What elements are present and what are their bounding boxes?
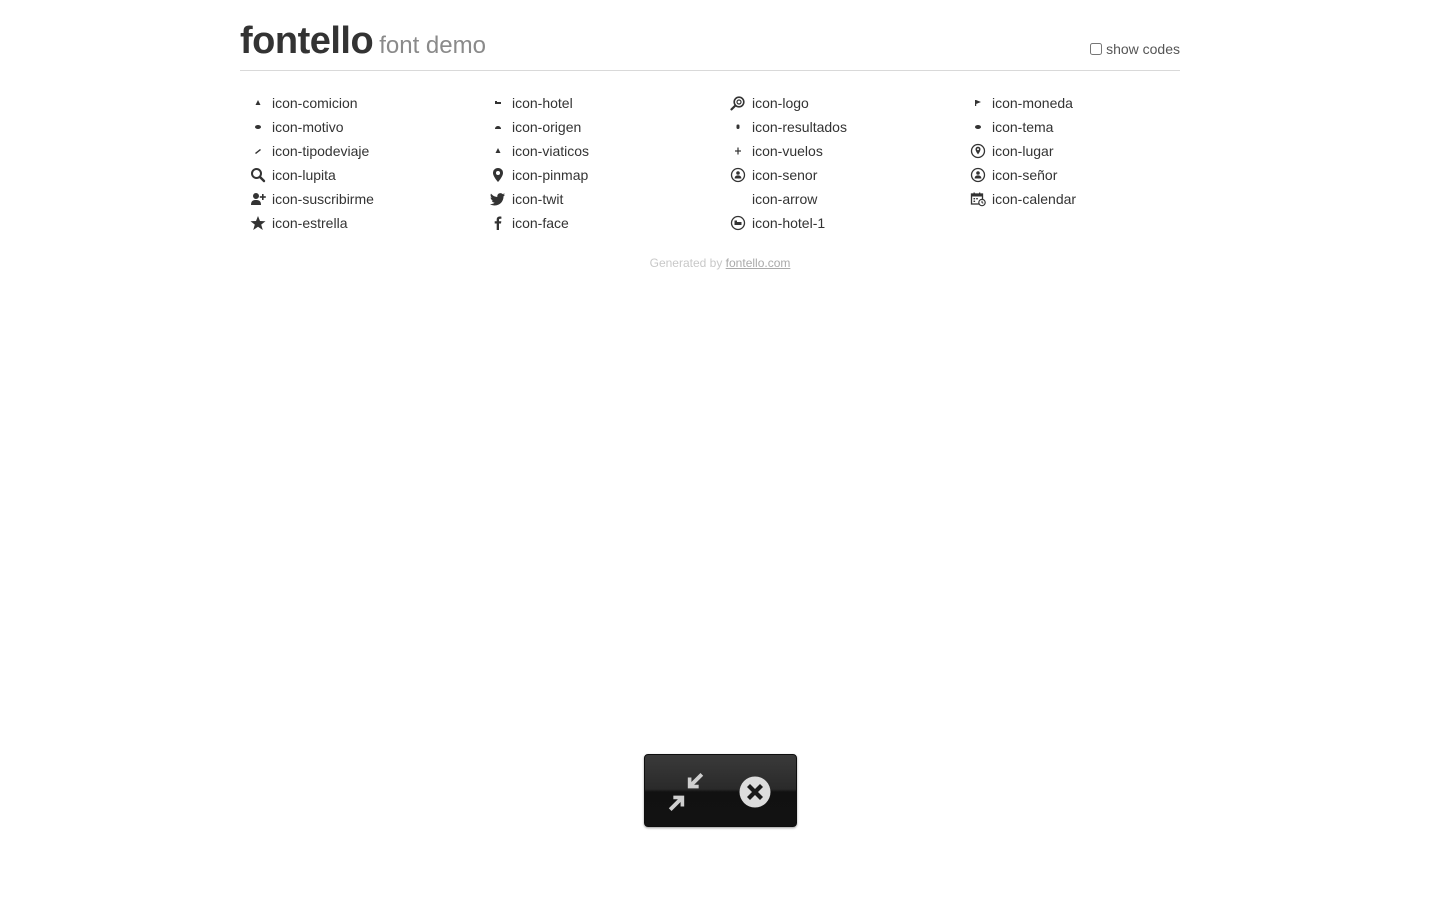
small-slash-icon xyxy=(250,143,266,159)
show-codes-toggle[interactable]: show codes xyxy=(1090,41,1180,57)
close-circle-icon xyxy=(739,776,771,808)
person-circle-icon xyxy=(730,167,746,183)
icon-name-label: icon-pinmap xyxy=(512,167,589,183)
icon-name-label: icon-lupita xyxy=(272,167,336,183)
small-triangle-icon xyxy=(250,95,266,111)
icon-list-item: icon-hotel xyxy=(490,91,730,115)
map-pin-icon xyxy=(490,167,506,183)
icon-list-item: icon-estrella xyxy=(250,211,490,235)
hotel-circle-icon xyxy=(730,215,746,231)
exit-fullscreen-icon xyxy=(668,773,704,811)
search-icon xyxy=(250,167,266,183)
icon-name-label: icon-twit xyxy=(512,191,564,207)
icon-list-item: icon-comicion xyxy=(250,91,490,115)
icon-list-item: icon-resultados xyxy=(730,115,970,139)
icon-name-label: icon-viaticos xyxy=(512,143,590,159)
show-codes-label: show codes xyxy=(1106,41,1180,57)
close-button[interactable] xyxy=(736,773,774,811)
icon-name-label: icon-logo xyxy=(752,95,809,111)
blank-icon xyxy=(730,191,746,207)
logo-search-icon xyxy=(730,95,746,111)
icon-name-label: icon-tema xyxy=(992,119,1054,135)
icon-list-item: icon-calendar xyxy=(970,187,1210,211)
icon-list-item: icon-tema xyxy=(970,115,1210,139)
icon-name-label: icon-estrella xyxy=(272,215,348,231)
icon-list-item: icon-suscribirme xyxy=(250,187,490,211)
icon-name-label: icon-señor xyxy=(992,167,1058,183)
header: fontello font demo show codes xyxy=(240,0,1180,71)
location-circle-icon xyxy=(970,143,986,159)
icon-list-item: icon-pinmap xyxy=(490,163,730,187)
icon-name-label: icon-hotel xyxy=(512,95,573,111)
small-oval-icon xyxy=(970,119,986,135)
icon-name-label: icon-face xyxy=(512,215,569,231)
icon-name-label: icon-vuelos xyxy=(752,143,823,159)
icon-list-item: icon-hotel-1 xyxy=(730,211,970,235)
icon-name-label: icon-suscribirme xyxy=(272,191,374,207)
page-title: fontello font demo xyxy=(240,19,486,68)
icon-list-item: icon-motivo xyxy=(250,115,490,139)
icon-name-label: icon-arrow xyxy=(752,191,818,207)
icon-name-label: icon-motivo xyxy=(272,119,344,135)
star-icon xyxy=(250,215,266,231)
footer-link[interactable]: fontello.com xyxy=(726,256,791,270)
title-text: fontello xyxy=(240,20,374,62)
icon-list-item: icon-lugar xyxy=(970,139,1210,163)
icon-name-label: icon-origen xyxy=(512,119,582,135)
small-flag-icon xyxy=(970,95,986,111)
small-bed-icon xyxy=(490,95,506,111)
page-container: fontello font demo show codes xyxy=(240,0,1180,71)
fullscreen-controls-bar xyxy=(644,754,797,827)
small-plane-icon xyxy=(730,143,746,159)
exit-fullscreen-button[interactable] xyxy=(667,773,705,811)
small-oval-icon xyxy=(250,119,266,135)
icon-list-item: icon-twit xyxy=(490,187,730,211)
icon-name-label: icon-comicion xyxy=(272,95,358,111)
small-dot-icon xyxy=(730,119,746,135)
calendar-icon xyxy=(970,191,986,207)
icon-list-item: icon-viaticos xyxy=(490,139,730,163)
icon-name-label: icon-calendar xyxy=(992,191,1077,207)
icon-name-label: icon-lugar xyxy=(992,143,1054,159)
footer-prefix: Generated by xyxy=(649,256,723,270)
show-codes-checkbox[interactable] xyxy=(1090,43,1103,55)
icon-list-item: icon-senor xyxy=(730,163,970,187)
icon-name-label: icon-moneda xyxy=(992,95,1073,111)
icon-list-item: icon-moneda xyxy=(970,91,1210,115)
icon-list-item: icon-face xyxy=(490,211,730,235)
facebook-icon xyxy=(490,215,506,231)
icon-list-item: icon-logo xyxy=(730,91,970,115)
icon-list-item: icon-tipodeviaje xyxy=(250,139,490,163)
small-dome-icon xyxy=(490,119,506,135)
twitter-icon xyxy=(490,191,506,207)
user-add-icon xyxy=(250,191,266,207)
icon-name-label: icon-resultados xyxy=(752,119,847,135)
person-circle-icon xyxy=(970,167,986,183)
icon-list-item: icon-señor xyxy=(970,163,1210,187)
icon-name-label: icon-hotel-1 xyxy=(752,215,826,231)
icon-name-label: icon-tipodeviaje xyxy=(272,143,370,159)
icon-grid: icon-comicion icon-motivo icon-tipodeviaje… xyxy=(250,91,1210,235)
page-subtitle: font demo xyxy=(379,32,486,59)
icon-list-item: icon-vuelos xyxy=(730,139,970,163)
icon-name-label: icon-senor xyxy=(752,167,818,183)
footer: Generated by fontello.com xyxy=(0,256,1440,270)
small-triangle-icon xyxy=(490,143,506,159)
icon-list-item: icon-origen xyxy=(490,115,730,139)
icon-list-item: icon-arrow xyxy=(730,187,970,211)
icon-list-item: icon-lupita xyxy=(250,163,490,187)
